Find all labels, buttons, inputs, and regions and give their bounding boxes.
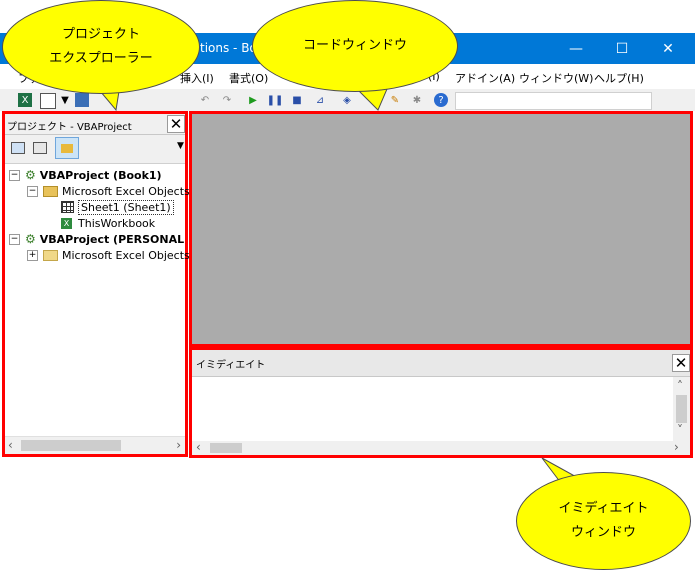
callout-text: ウィンドウ: [570, 525, 636, 540]
code-window-callout: コードウィンドウ: [252, 0, 458, 92]
callout-text: プロジェクト: [61, 27, 140, 42]
callout-text: イミディエイト: [558, 501, 649, 516]
callout-text: エクスプローラー: [49, 51, 153, 66]
callout-text: コードウィンドウ: [302, 38, 407, 53]
immediate-window-callout: イミディエイト ウィンドウ: [516, 472, 691, 570]
project-explorer-callout: プロジェクト エクスプローラー: [2, 0, 200, 94]
